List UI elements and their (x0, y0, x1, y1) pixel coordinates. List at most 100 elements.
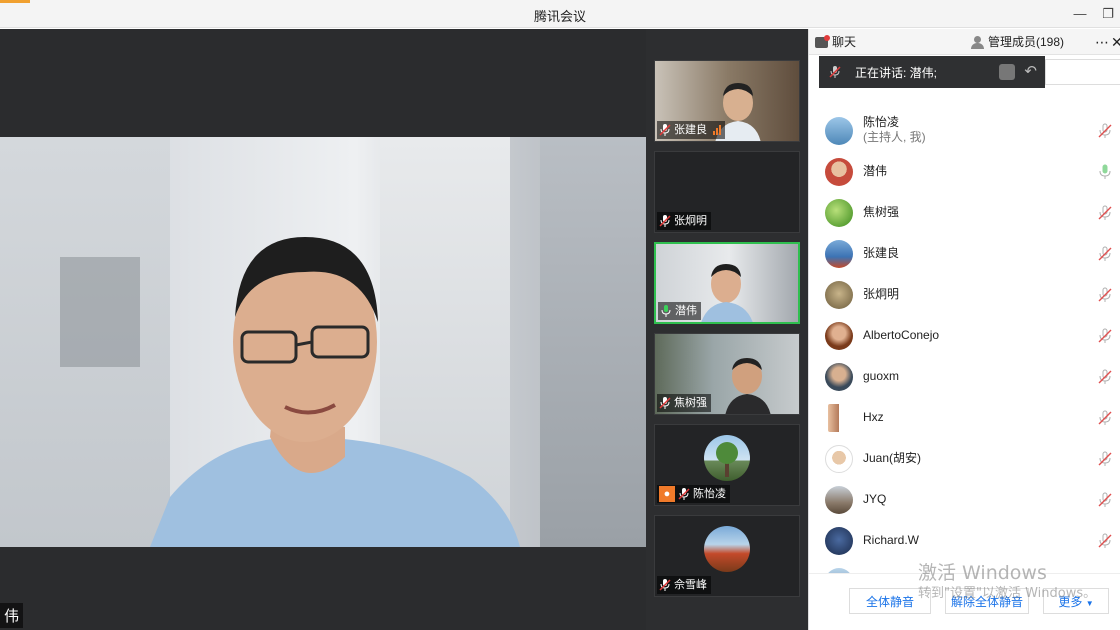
member-name: guoxm (863, 369, 900, 383)
tab-chat-label: 聊天 (832, 35, 857, 49)
member-name: JYQ (863, 492, 887, 506)
speaking-label: 正在讲话: 潜伟; (855, 65, 938, 80)
list-item[interactable]: shaoboshen (809, 562, 1120, 573)
participant-name: 焦树强 (674, 397, 707, 409)
list-item[interactable]: 陈怡凌 (主持人, 我) (809, 111, 1120, 151)
tab-members-label: 管理成员(198) (988, 35, 1065, 49)
raise-hand-icon[interactable] (999, 64, 1015, 80)
avatar (825, 527, 853, 555)
thumbnail-name-tag: 焦树强 (657, 394, 711, 412)
mic-muted-icon (659, 396, 671, 410)
mic-muted-icon[interactable] (1097, 328, 1113, 344)
mute-all-button[interactable]: 全体静音 (849, 588, 931, 614)
participant-name: 张炯明 (674, 215, 707, 227)
avatar (825, 445, 853, 473)
thumbnail-name-tag: 佘雪峰 (657, 576, 711, 594)
side-panel: 聊天 管理成员(198) ⋯ ✕ 正在讲话: 潜伟; ↶ 陈怡凌 (主持人, 我… (808, 29, 1120, 630)
thumbnail-video[interactable]: 焦树强 (654, 333, 800, 415)
member-name: 陈怡凌 (863, 115, 900, 129)
window-title: 腾讯会议 (533, 9, 586, 24)
mic-active-icon[interactable] (1097, 164, 1113, 180)
tab-members[interactable]: 管理成员(198) (971, 29, 1064, 55)
restore-icon[interactable]: ❐ (1098, 4, 1118, 24)
host-icon: ● (659, 486, 675, 502)
reply-icon[interactable]: ↶ (1024, 62, 1037, 80)
mic-muted-icon (659, 578, 671, 592)
member-name: Richard.W (863, 533, 920, 547)
mic-muted-icon[interactable] (1097, 123, 1113, 139)
members-icon (971, 35, 984, 49)
thumbnail-video-active[interactable]: 潜伟 (654, 242, 800, 324)
avatar (825, 486, 853, 514)
unmute-all-button[interactable]: 解除全体静音 (945, 588, 1029, 614)
list-item[interactable]: JYQ (809, 480, 1120, 520)
list-item[interactable]: guoxm (809, 357, 1120, 397)
list-item[interactable]: Hxz (809, 398, 1120, 438)
main-video-area[interactable]: 伟 (0, 29, 646, 630)
avatar (828, 404, 850, 432)
list-item[interactable]: AlbertoConejo (809, 316, 1120, 356)
mic-muted-icon[interactable] (1097, 246, 1113, 262)
avatar (825, 363, 853, 391)
participant-thumbnails: 张建良 张炯明 潜伟 焦树强 ● 陈怡凌 佘雪峰 (646, 29, 808, 630)
close-icon[interactable]: ✕ (1111, 29, 1120, 55)
minimize-icon[interactable]: — (1070, 4, 1090, 24)
member-name: 张炯明 (863, 287, 900, 301)
title-accent (0, 0, 30, 3)
mic-muted-icon[interactable] (1097, 451, 1113, 467)
mic-muted-icon (659, 214, 671, 228)
list-item[interactable]: 潜伟 (809, 152, 1120, 192)
avatar (704, 435, 750, 481)
thumbnail-video[interactable]: 张炯明 (654, 151, 800, 233)
mic-muted-icon[interactable] (1097, 533, 1113, 549)
list-item[interactable]: 张炯明 (809, 275, 1120, 315)
member-actions: 全体静音 解除全体静音 更多 ▼ (809, 573, 1120, 630)
member-name: Hxz (863, 410, 884, 424)
chat-icon (815, 34, 830, 48)
list-item[interactable]: 张建良 (809, 234, 1120, 274)
member-name: 潜伟 (863, 164, 888, 178)
more-button[interactable]: 更多 ▼ (1043, 588, 1109, 614)
member-name-block: 陈怡凌 (主持人, 我) (863, 115, 926, 145)
mic-muted-icon[interactable] (1097, 492, 1113, 508)
avatar (704, 526, 750, 572)
participant-name: 佘雪峰 (674, 579, 707, 591)
avatar (825, 240, 853, 268)
participant-name: 张建良 (674, 124, 707, 136)
thumbnail-name-tag: 潜伟 (658, 302, 701, 320)
member-list: 陈怡凌 (主持人, 我) 潜伟 焦树强 张建良 张炯明 AlbertoConej… (809, 99, 1120, 573)
chevron-down-icon: ▼ (1085, 599, 1094, 608)
participant-name: 潜伟 (675, 305, 697, 317)
tab-chat[interactable]: 聊天 (815, 29, 856, 55)
member-search-input[interactable] (1045, 59, 1120, 85)
mic-active-icon (660, 304, 672, 318)
thumbnail-video[interactable]: 张建良 (654, 60, 800, 142)
more-icon[interactable]: ⋯ (1095, 29, 1109, 55)
avatar (825, 117, 853, 145)
thumbnail-avatar[interactable]: 佘雪峰 (654, 515, 800, 597)
list-item[interactable]: Juan(胡安) (809, 439, 1120, 479)
member-name: 张建良 (863, 246, 900, 260)
avatar (825, 199, 853, 227)
thumbnail-avatar[interactable]: ● 陈怡凌 (654, 424, 800, 506)
list-item[interactable]: 焦树强 (809, 193, 1120, 233)
avatar (825, 158, 853, 186)
list-item[interactable]: Richard.W (809, 521, 1120, 561)
mic-muted-icon[interactable] (1097, 205, 1113, 221)
mic-muted-icon[interactable] (1097, 287, 1113, 303)
mic-muted-icon (678, 487, 690, 501)
title-bar: 腾讯会议 — ❐ (0, 0, 1120, 28)
thumbnail-name-tag: ● 陈怡凌 (657, 485, 730, 503)
participant-name: 陈怡凌 (693, 488, 726, 500)
panel-tabs: 聊天 管理成员(198) ⋯ ✕ (809, 29, 1120, 55)
mic-muted-icon[interactable] (1097, 369, 1113, 385)
speaking-indicator: 正在讲话: 潜伟; ↶ (819, 56, 1045, 88)
thumbnail-name-tag: 张炯明 (657, 212, 711, 230)
more-button-label: 更多 (1058, 595, 1083, 609)
member-role: (主持人, 我) (863, 130, 926, 144)
mic-muted-icon[interactable] (1097, 410, 1113, 426)
member-name: 焦树强 (863, 205, 900, 219)
avatar (825, 322, 853, 350)
mic-muted-icon (659, 123, 671, 137)
speaker-person (150, 237, 520, 547)
